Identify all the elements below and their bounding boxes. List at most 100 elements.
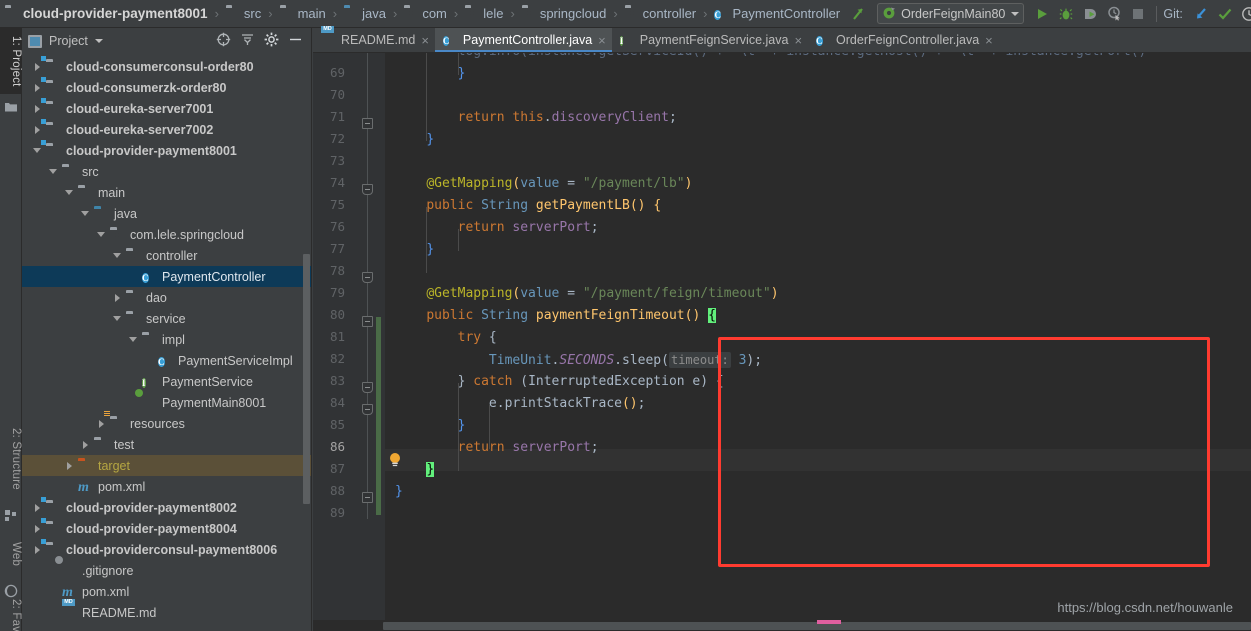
sidebar-item-favorites[interactable]: 2: Favorites <box>0 590 22 631</box>
close-icon[interactable]: × <box>421 34 429 47</box>
breadcrumb-item-cloud-provider-payment8001[interactable]: cloud-provider-payment8001 <box>4 0 209 28</box>
code-text[interactable]: log.info(instance.getServiceId() + "\t" … <box>385 53 1251 631</box>
chevron-down-icon[interactable] <box>79 207 92 220</box>
chevron-down-icon[interactable] <box>127 333 140 346</box>
tree-item[interactable]: cloud-provider-payment8004 <box>22 518 311 539</box>
chevron-down-icon[interactable] <box>94 39 103 43</box>
chevron-right-icon[interactable] <box>63 459 76 472</box>
tree-item[interactable]: C PaymentServiceImpl <box>22 350 311 371</box>
breadcrumb-item-com[interactable]: com <box>403 0 448 28</box>
tree-item[interactable]: java <box>22 203 311 224</box>
fold-marker[interactable] <box>362 118 373 129</box>
chevron-down-icon[interactable] <box>63 186 76 199</box>
chevron-right-icon[interactable] <box>31 102 44 115</box>
tree-item[interactable]: m pom.xml <box>22 476 311 497</box>
crosshair-icon[interactable] <box>216 32 231 50</box>
chevron-right-icon[interactable] <box>79 438 92 451</box>
tree-item[interactable]: .gitignore <box>22 560 311 581</box>
tree-item[interactable]: C PaymentController <box>22 266 311 287</box>
breadcrumb-item-lele[interactable]: lele <box>464 0 504 28</box>
chevron-down-icon[interactable] <box>95 228 108 241</box>
breadcrumb-separator: › <box>703 6 708 21</box>
editor-tab-paymentcontroller-java[interactable]: C PaymentController.java × <box>434 28 612 52</box>
tree-item[interactable]: controller <box>22 245 311 266</box>
minimize-icon[interactable] <box>288 32 303 50</box>
fold-marker[interactable] <box>362 272 373 283</box>
tree-item[interactable]: main <box>22 182 311 203</box>
tree-item[interactable]: test <box>22 434 311 455</box>
run-with-coverage-button[interactable] <box>1078 2 1102 26</box>
editor-gutter[interactable]: 69 70 71 72 73 74 75 76 77 78 79 80 81 82 83 84 85 86 87 88… <box>313 53 400 631</box>
navigate-up-icon[interactable] <box>849 4 869 24</box>
chevron-right-icon[interactable] <box>31 60 44 73</box>
editor-tab-orderfeigncontroller-java[interactable]: C OrderFeignController.java × <box>808 28 999 52</box>
chevron-down-icon[interactable] <box>1011 11 1020 16</box>
close-icon[interactable]: × <box>985 34 993 47</box>
code-editor[interactable]: 69 70 71 72 73 74 75 76 77 78 79 80 81 82 83 84 85 86 87 88… <box>313 53 1251 631</box>
chevron-down-icon[interactable] <box>111 312 124 325</box>
chevron-right-icon[interactable] <box>95 417 108 430</box>
fold-marker[interactable] <box>362 382 373 393</box>
breadcrumb-item-springcloud[interactable]: springcloud <box>521 0 608 28</box>
tree-item[interactable]: cloud-providerconsul-payment8006 <box>22 539 311 560</box>
gear-icon[interactable] <box>264 32 279 50</box>
editor-tab-paymentfeignservice-java[interactable]: I PaymentFeignService.java × <box>612 28 808 52</box>
chevron-right-icon[interactable] <box>31 123 44 136</box>
tree-item[interactable]: service <box>22 308 311 329</box>
chevron-down-icon[interactable] <box>47 165 60 178</box>
breadcrumb-item-src[interactable]: src <box>225 0 262 28</box>
fold-marker[interactable] <box>362 492 373 503</box>
maven-icon: m <box>78 479 89 495</box>
chevron-right-icon[interactable] <box>31 501 44 514</box>
breadcrumb-item-controller[interactable]: controller <box>624 0 697 28</box>
tree-item[interactable]: dao <box>22 287 311 308</box>
tree-item[interactable]: impl <box>22 329 311 350</box>
close-icon[interactable]: × <box>598 34 606 47</box>
debug-button[interactable] <box>1054 2 1078 26</box>
chevron-right-icon[interactable] <box>31 543 44 556</box>
collapse-all-icon[interactable] <box>240 32 255 50</box>
stop-button[interactable] <box>1126 2 1150 26</box>
editor-horizontal-scrollbar[interactable] <box>313 620 1251 631</box>
tree-item[interactable]: cloud-consumerzk-order80 <box>22 77 311 98</box>
tree-item[interactable]: cloud-consumerconsul-order80 <box>22 56 311 77</box>
chevron-down-icon[interactable] <box>111 249 124 262</box>
project-file-tree[interactable]: cloud-consumerconsul-order80 cloud-consum… <box>22 54 311 631</box>
sidebar-item-web[interactable]: Web <box>0 530 22 578</box>
sidebar-item-project[interactable]: 1: Project <box>0 28 22 94</box>
breadcrumb-item-java[interactable]: java <box>343 0 387 28</box>
run-configuration-selector[interactable]: OrderFeignMain80 <box>877 3 1025 24</box>
run-button[interactable] <box>1030 2 1054 26</box>
chevron-down-icon[interactable] <box>31 144 44 157</box>
chevron-right-icon[interactable] <box>111 291 124 304</box>
breadcrumb-item-paymentcontroller[interactable]: C PaymentController <box>713 0 841 28</box>
tree-item[interactable]: com.lele.springcloud <box>22 224 311 245</box>
fold-marker[interactable] <box>362 404 373 415</box>
commit-button[interactable] <box>1213 2 1237 26</box>
tree-item[interactable]: target <box>22 455 311 476</box>
editor-tab-readme-md[interactable]: README.md × <box>313 28 435 52</box>
sidebar-item-structure[interactable]: 2: Structure <box>0 416 22 502</box>
tree-item[interactable]: cloud-provider-payment8001 <box>22 140 311 161</box>
update-project-button[interactable] <box>1189 2 1213 26</box>
tree-item-label: cloud-consumerzk-order80 <box>66 80 227 95</box>
tree-item[interactable]: cloud-eureka-server7001 <box>22 98 311 119</box>
tree-item[interactable]: cloud-eureka-server7002 <box>22 119 311 140</box>
tree-item[interactable]: I PaymentService <box>22 371 311 392</box>
tree-item[interactable]: src <box>22 161 311 182</box>
close-icon[interactable]: × <box>794 34 802 47</box>
scrollbar-thumb[interactable] <box>303 254 310 504</box>
chevron-right-icon[interactable] <box>31 81 44 94</box>
fold-marker[interactable] <box>362 316 373 327</box>
tree-item[interactable]: PaymentMain8001 <box>22 392 311 413</box>
editor-tab-label: README.md <box>341 33 416 47</box>
tree-item[interactable]: README.md <box>22 602 311 623</box>
profile-button[interactable] <box>1102 2 1126 26</box>
breadcrumb-item-main[interactable]: main <box>279 0 327 28</box>
project-panel-scrollbar[interactable] <box>302 54 311 631</box>
tree-item[interactable]: cloud-provider-payment8002 <box>22 497 311 518</box>
chevron-right-icon[interactable] <box>31 522 44 535</box>
tree-item[interactable]: resources <box>22 413 311 434</box>
fold-marker[interactable] <box>362 184 373 195</box>
history-button[interactable] <box>1237 2 1251 26</box>
